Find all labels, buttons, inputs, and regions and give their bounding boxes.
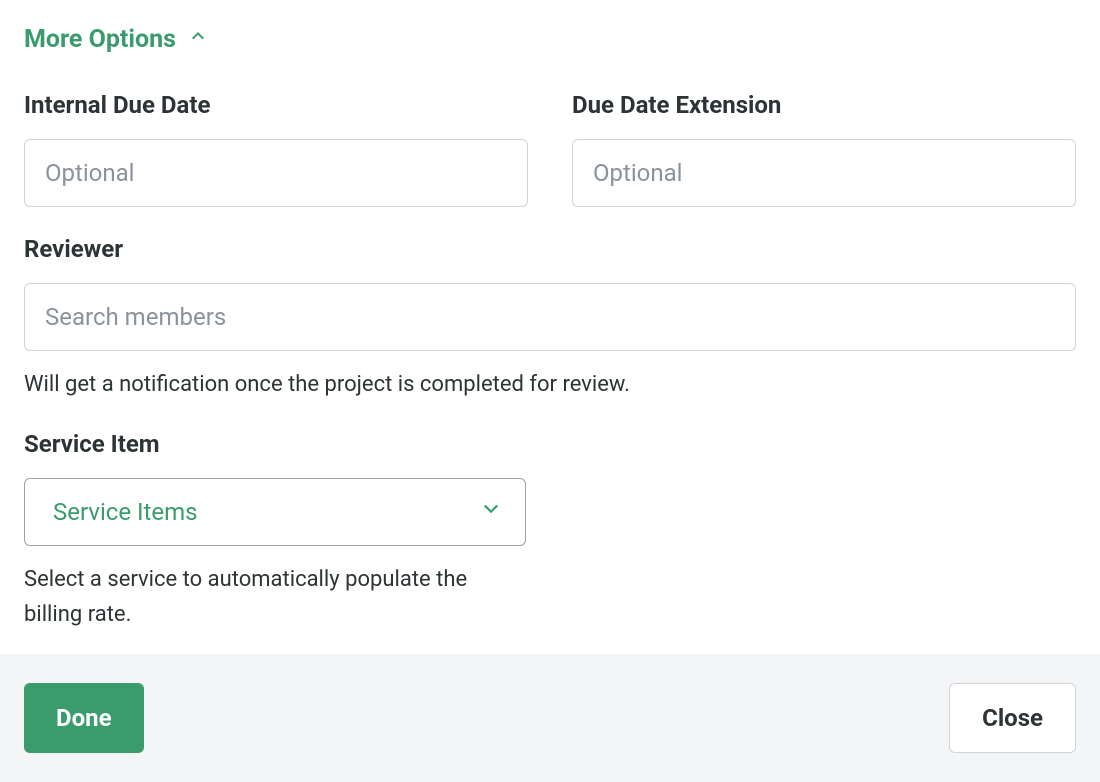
more-options-label: More Options (24, 25, 176, 54)
due-date-extension-input[interactable] (572, 139, 1076, 207)
reviewer-search-input[interactable] (24, 283, 1076, 351)
internal-due-date-field: Internal Due Date (24, 91, 528, 207)
service-item-label: Service Item (24, 430, 1076, 458)
internal-due-date-input[interactable] (24, 139, 528, 207)
service-item-selected-value: Service Items (53, 498, 198, 526)
chevron-up-icon (186, 24, 210, 55)
reviewer-label: Reviewer (24, 235, 1076, 263)
service-item-select-wrap: Service Items (24, 478, 526, 546)
service-item-helper-text: Select a service to automatically popula… (24, 562, 526, 632)
due-date-extension-field: Due Date Extension (572, 91, 1076, 207)
form-content: More Options Internal Due Date Due Date … (0, 0, 1100, 685)
service-item-select[interactable]: Service Items (24, 478, 526, 546)
footer-actions: Done Close (0, 654, 1100, 782)
close-button[interactable]: Close (949, 683, 1076, 753)
reviewer-section: Reviewer Will get a notification once th… (24, 235, 1076, 402)
service-item-section: Service Item Service Items Select a serv… (24, 430, 1076, 632)
more-options-toggle[interactable]: More Options (24, 24, 210, 55)
due-date-extension-label: Due Date Extension (572, 91, 1076, 119)
done-button[interactable]: Done (24, 683, 144, 753)
reviewer-helper-text: Will get a notification once the project… (24, 367, 1076, 402)
internal-due-date-label: Internal Due Date (24, 91, 528, 119)
row-dates: Internal Due Date Due Date Extension (24, 91, 1076, 207)
